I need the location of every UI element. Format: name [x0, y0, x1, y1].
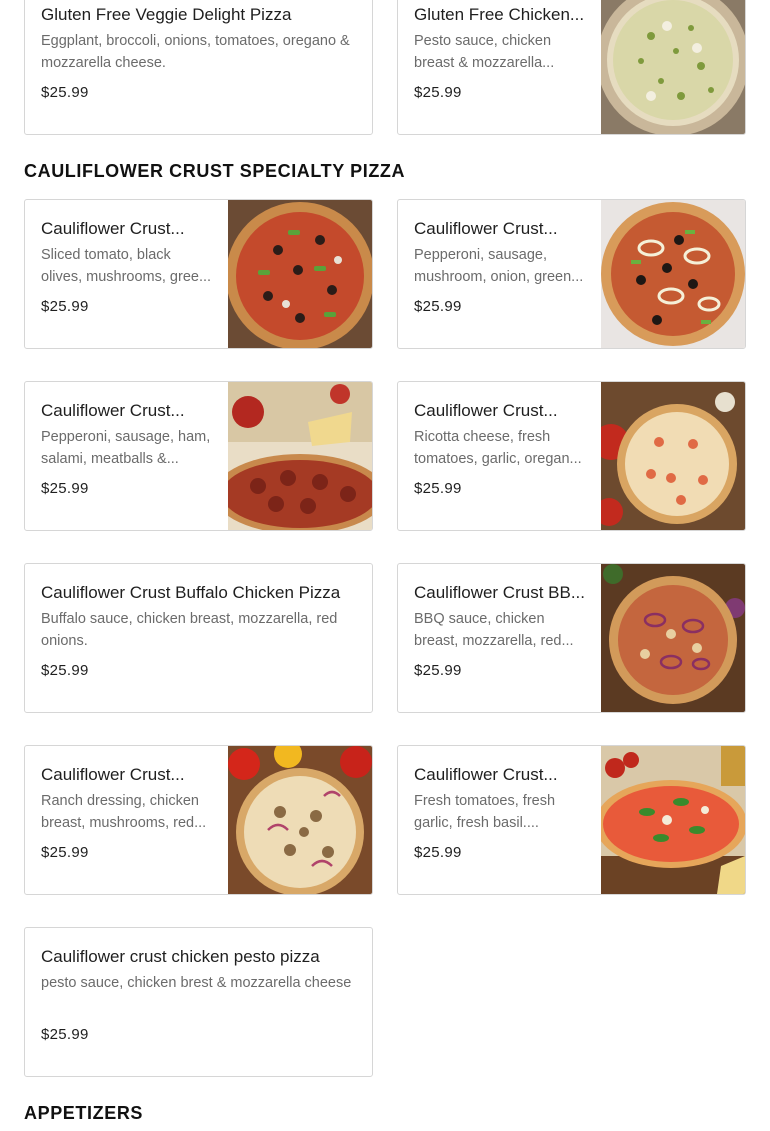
margherita-pizza-photo [601, 746, 745, 894]
menu-item-name: Gluten Free Veggie Delight Pizza [41, 5, 292, 24]
menu-item-card[interactable]: Cauliflower Crust BB... BBQ sauce, chick… [397, 563, 746, 713]
menu-item-description: Ricotta cheese, fresh tomatoes, garlic, … [414, 429, 582, 467]
menu-item-card[interactable]: Cauliflower Crust... Fresh tomatoes, fre… [397, 745, 746, 895]
menu-item-info: Cauliflower Crust... Pepperoni, sausage,… [414, 200, 585, 348]
menu-item-description: Ranch dressing, chicken breast, mushroom… [41, 793, 207, 831]
menu-item-price: $25.99 [41, 1026, 89, 1043]
menu-item-price: $25.99 [41, 298, 89, 315]
section-title-cauliflower: CAULIFLOWER CRUST SPECIALTY PIZZA [24, 161, 406, 181]
menu-item-card[interactable]: Cauliflower Crust... Ranch dressing, chi… [24, 745, 373, 895]
veggie-pizza-photo [228, 200, 372, 348]
menu-item-name: Cauliflower Crust... [41, 219, 185, 238]
ranch-chicken-pizza-photo [228, 746, 372, 894]
menu-item-card[interactable]: Cauliflower Crust... Ricotta cheese, fre… [397, 381, 746, 531]
menu-item-name: Gluten Free Chicken... [414, 5, 585, 24]
menu-item-description: Buffalo sauce, chicken breast, mozzarell… [41, 611, 338, 649]
menu-item-card[interactable]: Gluten Free Chicken... Pesto sauce, chic… [397, 0, 746, 135]
menu-item-info: Cauliflower Crust... Ricotta cheese, fre… [414, 382, 585, 530]
menu-item-name: Cauliflower crust chicken pesto pizza [41, 947, 320, 966]
menu-item-card[interactable]: Cauliflower Crust Buffalo Chicken Pizza … [24, 563, 373, 713]
menu-item-card[interactable]: Cauliflower Crust... Pepperoni, sausage,… [397, 199, 746, 349]
menu-item-name: Cauliflower Crust... [41, 401, 185, 420]
menu-item-price: $25.99 [414, 480, 462, 497]
menu-item-info: Cauliflower Crust... Pepperoni, sausage,… [41, 382, 212, 530]
menu-item-info: Gluten Free Chicken... Pesto sauce, chic… [414, 0, 585, 134]
menu-item-info: Cauliflower crust chicken pesto pizza pe… [41, 928, 356, 1076]
menu-item-info: Cauliflower Crust Buffalo Chicken Pizza … [41, 564, 356, 712]
menu-item-price: $25.99 [414, 844, 462, 861]
supreme-pizza-photo [601, 200, 745, 348]
menu-item-description: Pesto sauce, chicken breast & mozzarella… [414, 33, 555, 71]
menu-item-info: Cauliflower Crust... Fresh tomatoes, fre… [414, 746, 585, 894]
menu-item-price: $25.99 [414, 298, 462, 315]
menu-item-info: Gluten Free Veggie Delight Pizza Eggplan… [41, 0, 356, 134]
menu-item-name: Cauliflower Crust... [414, 765, 558, 784]
menu-item-price: $25.99 [41, 662, 89, 679]
menu-item-card[interactable]: Cauliflower Crust... Pepperoni, sausage,… [24, 381, 373, 531]
menu-item-info: Cauliflower Crust BB... BBQ sauce, chick… [414, 564, 585, 712]
menu-item-price: $25.99 [41, 84, 89, 101]
menu-item-description: BBQ sauce, chicken breast, mozzarella, r… [414, 611, 574, 649]
menu-item-card[interactable]: Cauliflower Crust... Sliced tomato, blac… [24, 199, 373, 349]
menu-item-description: Eggplant, broccoli, onions, tomatoes, or… [41, 33, 350, 71]
menu-item-description: Pepperoni, sausage, mushroom, onion, gre… [414, 247, 584, 285]
menu-item-name: Cauliflower Crust... [414, 401, 558, 420]
menu-item-info: Cauliflower Crust... Sliced tomato, blac… [41, 200, 212, 348]
menu-item-description: Sliced tomato, black olives, mushrooms, … [41, 247, 212, 285]
bbq-chicken-pizza-photo [601, 564, 745, 712]
menu-item-name: Cauliflower Crust... [414, 219, 558, 238]
menu-item-price: $25.99 [41, 480, 89, 497]
section-title-appetizers: APPETIZERS [24, 1103, 144, 1123]
menu-item-price: $25.99 [414, 84, 462, 101]
menu-item-price: $25.99 [41, 844, 89, 861]
menu-item-card[interactable]: Gluten Free Veggie Delight Pizza Eggplan… [24, 0, 373, 135]
menu-item-info: Cauliflower Crust... Ranch dressing, chi… [41, 746, 212, 894]
menu-item-name: Cauliflower Crust... [41, 765, 185, 784]
pesto-chicken-pizza-photo [601, 0, 745, 134]
menu-item-price: $25.99 [414, 662, 462, 679]
white-pizza-photo [601, 382, 745, 530]
meat-lovers-pizza-photo [228, 382, 372, 530]
menu-item-name: Cauliflower Crust BB... [414, 583, 585, 602]
menu-item-description: Fresh tomatoes, fresh garlic, fresh basi… [414, 793, 556, 831]
menu-item-card[interactable]: Cauliflower crust chicken pesto pizza pe… [24, 927, 373, 1077]
menu-item-description: pesto sauce, chicken brest & mozzarella … [41, 975, 352, 991]
menu-item-name: Cauliflower Crust Buffalo Chicken Pizza [41, 583, 341, 602]
menu-item-description: Pepperoni, sausage, ham, salami, meatbal… [41, 429, 211, 467]
